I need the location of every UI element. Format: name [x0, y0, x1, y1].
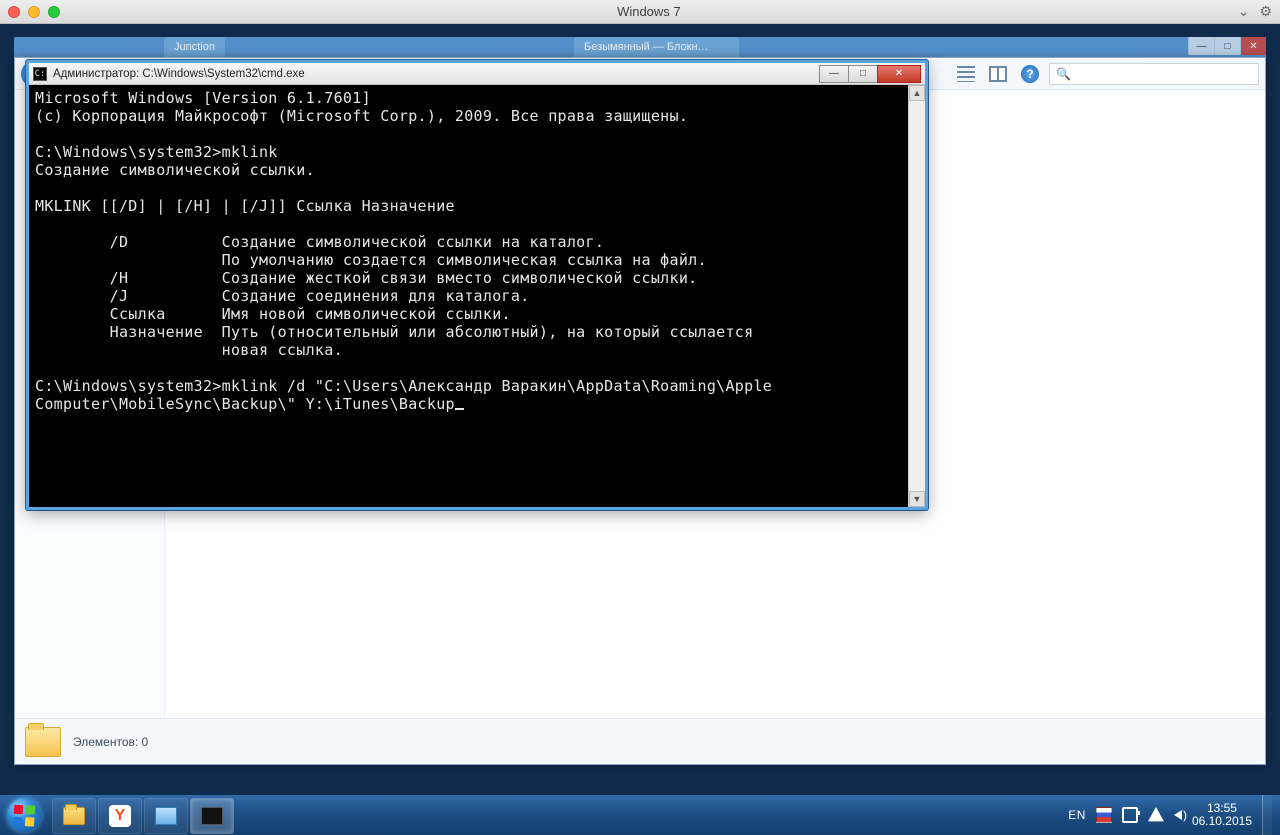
- background-tab-notepad[interactable]: Безымянный — Блокн…: [574, 37, 739, 57]
- cmd-maximize-button[interactable]: □: [848, 65, 878, 83]
- view-list-icon[interactable]: [957, 66, 975, 82]
- explorer-view-controls: ?: [957, 65, 1039, 83]
- scroll-up-icon[interactable]: ▲: [909, 85, 925, 101]
- cmd-titlebar[interactable]: C: Администратор: C:\Windows\System32\cm…: [29, 63, 925, 85]
- host-menu-chevron-icon[interactable]: ⌄: [1238, 3, 1250, 20]
- host-titlebar: Windows 7 ⌄ ⚙: [0, 0, 1280, 24]
- bg-maximize-button[interactable]: □: [1214, 37, 1240, 55]
- cmd-caret: [455, 408, 464, 411]
- flag-icon[interactable]: [1096, 807, 1112, 823]
- sound-icon[interactable]: [1174, 810, 1182, 820]
- traffic-lights: [8, 6, 60, 18]
- cmd-close-button[interactable]: ✕: [877, 65, 921, 83]
- explorer-search-input[interactable]: 🔍: [1049, 63, 1259, 85]
- host-close-button[interactable]: [8, 6, 20, 18]
- yandex-icon: Y: [109, 805, 131, 827]
- scroll-down-icon[interactable]: ▼: [909, 491, 925, 507]
- taskbar-item-cmd[interactable]: [190, 798, 234, 834]
- background-window-controls: — □ ✕: [1188, 37, 1266, 55]
- background-window-tabs: Junction Безымянный — Блокн… — □ ✕: [14, 37, 1266, 57]
- background-tab[interactable]: Junction: [164, 37, 225, 57]
- tray-clock[interactable]: 13:55 06.10.2015: [1192, 802, 1252, 828]
- explorer-icon: [63, 807, 85, 825]
- taskbar-items: Y: [48, 795, 234, 835]
- cmd-window-controls: — □ ✕: [820, 65, 921, 83]
- host-window-title: Windows 7: [60, 4, 1238, 19]
- guest-desktop: Junction Безымянный — Блокн… — □ ✕ ← → ……: [0, 24, 1280, 835]
- host-gear-icon[interactable]: ⚙: [1259, 3, 1272, 20]
- taskbar: Y EN 13:55 06.10.2015: [0, 795, 1280, 835]
- cmd-minimize-button[interactable]: —: [819, 65, 849, 83]
- view-pane-icon[interactable]: [989, 66, 1007, 82]
- search-icon: 🔍: [1056, 67, 1071, 81]
- status-item-count: Элементов: 0: [73, 735, 148, 749]
- windows-logo-icon: [7, 798, 41, 832]
- show-desktop-button[interactable]: [1262, 795, 1272, 835]
- tray-language[interactable]: EN: [1068, 808, 1086, 822]
- system-tray: EN 13:55 06.10.2015: [1060, 795, 1280, 835]
- help-icon[interactable]: ?: [1021, 65, 1039, 83]
- cmd-body: Microsoft Windows [Version 6.1.7601] (c)…: [29, 85, 925, 507]
- bg-close-button[interactable]: ✕: [1240, 37, 1266, 55]
- power-icon[interactable]: [1122, 807, 1138, 823]
- action-center-icon[interactable]: [1148, 807, 1164, 823]
- cmd-window-title: Администратор: C:\Windows\System32\cmd.e…: [53, 68, 814, 80]
- start-button[interactable]: [0, 795, 48, 835]
- cmd-app-icon: C:: [33, 67, 47, 81]
- cmd-window: C: Администратор: C:\Windows\System32\cm…: [26, 60, 928, 510]
- host-minimize-button[interactable]: [28, 6, 40, 18]
- cmd-scrollbar[interactable]: ▲ ▼: [908, 85, 925, 507]
- host-zoom-button[interactable]: [48, 6, 60, 18]
- folder-icon: [25, 727, 61, 757]
- tray-date: 06.10.2015: [1192, 815, 1252, 828]
- taskbar-item-explorer[interactable]: [52, 798, 96, 834]
- taskbar-item-window[interactable]: [144, 798, 188, 834]
- explorer-statusbar: Элементов: 0: [15, 718, 1265, 764]
- cmd-icon: [201, 807, 223, 825]
- taskbar-item-browser[interactable]: Y: [98, 798, 142, 834]
- window-icon: [155, 807, 177, 825]
- bg-minimize-button[interactable]: —: [1188, 37, 1214, 55]
- cmd-output[interactable]: Microsoft Windows [Version 6.1.7601] (c)…: [29, 85, 908, 507]
